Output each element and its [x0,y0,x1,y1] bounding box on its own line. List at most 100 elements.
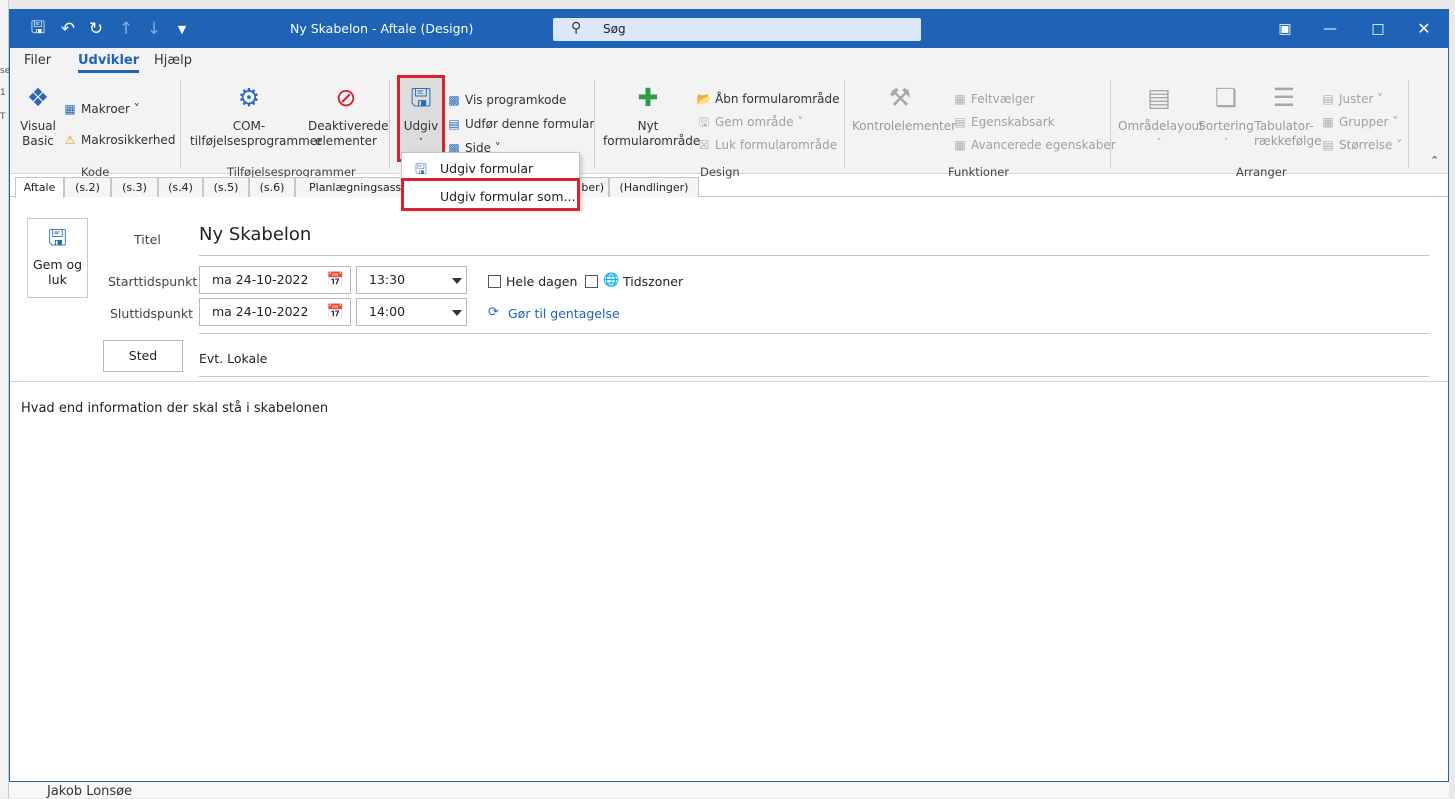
gem-og-luk-button[interactable]: 🖫 Gem og luk [27,218,88,298]
end-date-field[interactable]: ma 24-10-2022 📅 [199,298,351,326]
sted-input[interactable]: Evt. Lokale [199,351,267,366]
publish-icon: 🖫 [410,83,432,112]
save-icon[interactable]: 🖫 [26,17,50,41]
minimize-button[interactable]: — [1316,18,1344,40]
save-close-icon: 🖫 [48,226,67,251]
folder-open-icon: 📂 [696,92,712,106]
sluttidspunkt-label: Sluttidspunkt [110,306,193,321]
grupper-button[interactable]: ▦ Grupper ˅ [1320,114,1398,130]
tab-planlaegningsassistent[interactable]: Planlægningsassis [295,177,407,197]
window-title: Ny Skabelon - Aftale (Design) [290,21,474,36]
titel-input[interactable]: Ny Skabelon [199,224,311,245]
tabulator-raekkefoelge-button[interactable]: ☰ Tabulator- rækkefølge [1254,82,1321,149]
group-icon: ▦ [1322,115,1334,129]
tab-s3[interactable]: (s.3) [111,177,158,197]
tab-filer[interactable]: Filer [24,53,51,68]
kontrolelementer-button[interactable]: ⚒ Kontrolelementer [852,82,956,134]
sort-icon: ❏ [1214,83,1238,112]
background-list: Jakob Lonsøe [9,782,1449,799]
gem-omraade-button[interactable]: 🖫 Gem område ˅ [696,114,803,130]
vis-programkode-button[interactable]: ▩ Vis programkode [446,92,566,108]
udgiv-formular-som-highlight-box [401,178,580,211]
udgiv-button[interactable]: 🖫 Udgiv ˅ [400,82,442,151]
dropdown-caret-icon [452,310,462,316]
globe-icon: 🌐 [603,273,620,288]
tab-s2[interactable]: (s.2) [64,177,111,197]
tab-order-icon: ☰ [1272,83,1296,112]
background-window-edge: se 1 T [0,0,10,798]
close-region-icon: ☒ [698,138,710,152]
disabled-items-icon: ⊘ [335,83,357,112]
search-icon: ⚲ [571,20,582,36]
start-date-field[interactable]: ma 24-10-2022 📅 [199,266,351,294]
aabn-formularomraade-button[interactable]: 📂 Åbn formularområde [696,91,840,107]
search-box[interactable]: ⚲ Søg [553,18,921,41]
avancerede-egenskaber-button[interactable]: ▦ Avancerede egenskaber [952,137,1115,153]
hele-dagen-checkbox[interactable] [488,275,501,288]
redo-icon[interactable]: ↻ [84,17,108,41]
end-time-select[interactable]: 14:00 [356,298,467,326]
save-region-icon: 🖫 [698,115,710,129]
visual-basic-icon: ❖ [26,83,50,112]
new-region-icon: ✚ [637,83,659,112]
macro-icon: ▦ [64,102,76,116]
deaktiverede-elementer-button[interactable]: ⊘ Deaktiverede elementer [308,82,389,149]
undo-icon[interactable]: ↶ [56,17,80,41]
sted-button[interactable]: Sted [103,340,183,372]
tab-hjaelp[interactable]: Hjælp [154,53,192,68]
start-time-select[interactable]: 13:30 [356,266,467,294]
tab-udvikler[interactable]: Udvikler [78,53,140,73]
warning-icon: ⚠ [64,133,76,147]
stoerrelse-button[interactable]: ▤ Størrelse ˅ [1320,137,1402,153]
ribbon-display-options-icon[interactable]: ▣ [1271,18,1299,40]
dropdown-caret-icon [452,278,462,284]
tidszoner-checkbox[interactable] [585,275,598,288]
titel-label: Titel [134,232,161,247]
view-code-icon: ▩ [448,93,460,107]
com-addins-button[interactable]: ⚙ COM- tilføjelsesprogrammer [190,82,322,149]
outlook-form-window: 🖫 ↶ ↻ ↑ ↓ ▼ Ny Skabelon - Aftale (Design… [9,9,1449,782]
tab-s4[interactable]: (s.4) [158,177,203,197]
udfoer-formular-button[interactable]: ▤ Udfør denne formular [446,116,594,132]
property-sheet-icon: ▤ [954,115,966,129]
recurrence-icon: ⟳ [488,305,499,320]
com-addins-icon: ⚙ [237,83,261,112]
luk-formularomraade-button[interactable]: ☒ Luk formularområde [696,137,838,153]
visual-basic-button[interactable]: ❖ Visual Basic [16,82,60,149]
egenskabsark-button[interactable]: ▤ Egenskabsark [952,114,1054,130]
tab-aftale[interactable]: Aftale [15,177,64,198]
tab-s5[interactable]: (s.5) [203,177,249,197]
field-chooser-icon: ▦ [954,92,966,106]
next-item-icon[interactable]: ↓ [142,17,166,41]
makrosikkerhed-button[interactable]: ⚠ Makrosikkerhed [62,132,176,148]
advanced-properties-icon: ▦ [954,138,966,152]
background-contact-name: Jakob Lonsøe [47,784,133,799]
nyt-formularomraade-button[interactable]: ✚ Nyt formularområde [603,82,700,149]
controls-icon: ⚒ [888,83,912,112]
collapse-ribbon-icon[interactable]: ⌃ [1430,154,1439,167]
omraadelayout-button[interactable]: ▤ Områdelayout ˅ [1118,82,1204,151]
calendar-icon[interactable]: 📅 [327,272,344,288]
title-bar: 🖫 ↶ ↻ ↑ ↓ ▼ Ny Skabelon - Aftale (Design… [10,10,1448,48]
makroer-button[interactable]: ▦ Makroer ˅ [62,101,139,117]
tab-handlinger[interactable]: (Handlinger) [609,177,699,197]
juster-button[interactable]: ▤ Juster ˅ [1320,91,1383,107]
align-icon: ▤ [1322,92,1334,106]
region-layout-icon: ▤ [1147,83,1171,112]
close-button[interactable]: ✕ [1410,18,1438,40]
menu-bar: Filer Udvikler Hjælp [10,48,1448,74]
search-placeholder: Søg [603,22,626,36]
calendar-icon[interactable]: 📅 [327,304,344,320]
message-body[interactable]: Hvad end information der skal stå i skab… [21,401,328,416]
sortering-button[interactable]: ❏ Sortering ˅ [1198,82,1254,151]
ribbon: ❖ Visual Basic ▦ Makroer ˅ ⚠ Makrosikkerhe… [10,74,1448,179]
feltvaelger-button[interactable]: ▦ Feltvælger [952,91,1035,107]
customize-toolbar-icon[interactable]: ▼ [170,17,194,41]
maximize-button[interactable]: □ [1364,18,1392,40]
hele-dagen-label: Hele dagen [506,274,578,289]
form-page-tabs: Aftale (s.2) (s.3) (s.4) (s.5) (s.6) Pla… [10,177,1448,198]
tab-s6[interactable]: (s.6) [249,177,295,197]
starttidspunkt-label: Starttidspunkt [108,274,198,289]
previous-item-icon[interactable]: ↑ [114,17,138,41]
goer-til-gentagelse-link[interactable]: Gør til gentagelse [508,306,620,321]
